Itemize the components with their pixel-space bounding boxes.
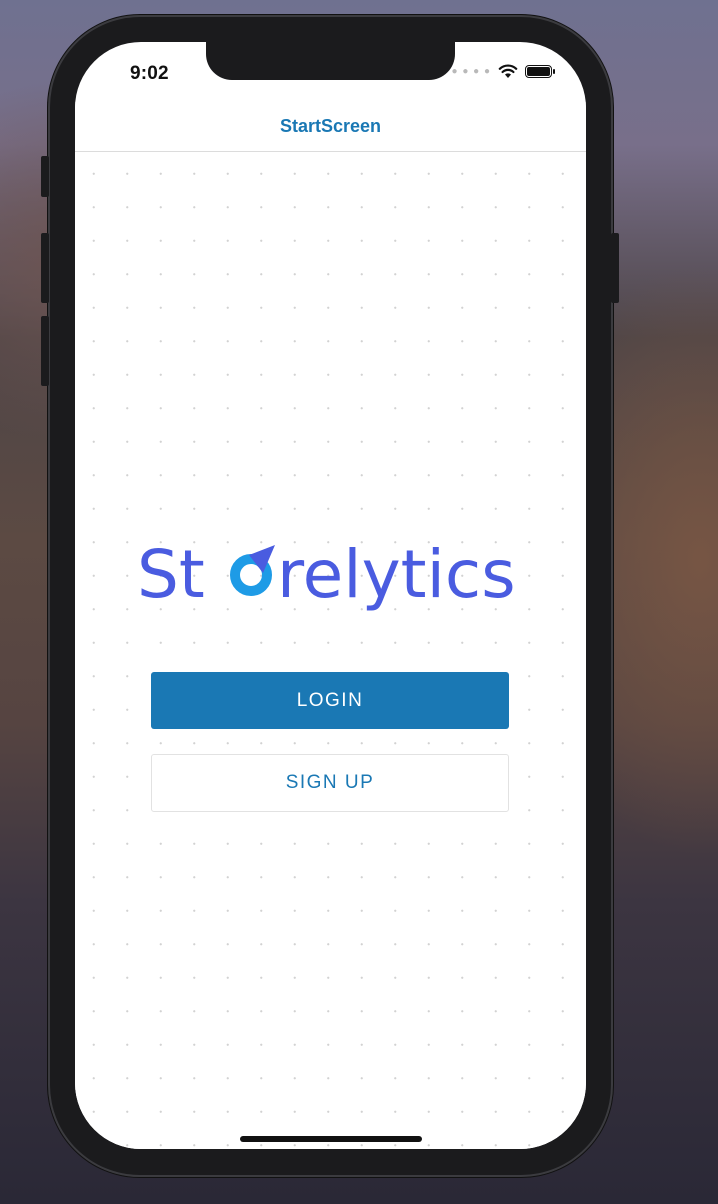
status-time: 9:02	[130, 63, 169, 84]
app-screen: 9:02 ● ● ● ● StartScreen St relytics LOG…	[75, 42, 586, 1149]
status-icons: ● ● ● ●	[451, 64, 555, 79]
power-button	[611, 233, 619, 303]
login-button[interactable]: LOGIN	[151, 672, 509, 729]
volume-down-button	[41, 316, 49, 386]
sign-up-button[interactable]: SIGN UP	[151, 754, 509, 812]
logo-text-end: relytics	[277, 536, 516, 613]
wifi-icon	[498, 64, 518, 78]
cellular-dots-icon: ● ● ● ●	[451, 66, 491, 77]
start-screen-content: St relytics LOGIN SIGN UP	[75, 152, 586, 1149]
silent-switch	[41, 156, 49, 197]
navigation-bar: StartScreen	[75, 102, 586, 152]
nav-title: StartScreen	[279, 116, 382, 136]
battery-icon	[525, 65, 555, 78]
volume-up-button	[41, 233, 49, 303]
storelytics-logo: St relytics	[137, 536, 516, 613]
device-notch	[206, 42, 455, 80]
storelytics-o-mark-icon	[230, 545, 275, 596]
logo-text-start: St	[137, 536, 205, 613]
home-indicator[interactable]	[240, 1136, 422, 1142]
